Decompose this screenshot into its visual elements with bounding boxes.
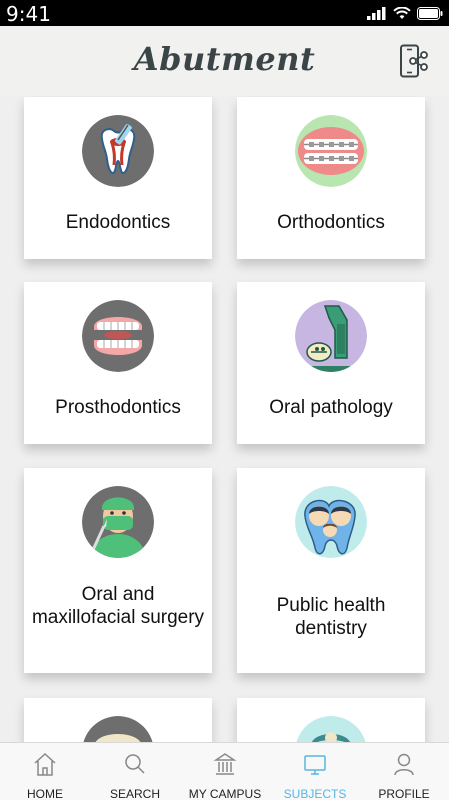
subject-card-partial-left[interactable] (24, 698, 212, 742)
phone-share-icon (400, 44, 428, 78)
oral-pathology-icon (295, 300, 367, 372)
home-icon (34, 752, 56, 776)
subject-label: Orthodontics (277, 212, 385, 233)
subject-card-oral-pathology[interactable]: Oral pathology (237, 282, 425, 444)
subject-card-partial-right[interactable] (237, 698, 425, 742)
subject-label: Prosthodontics (55, 397, 181, 418)
app-header: Abutment (0, 26, 449, 96)
subjects-grid: Endodontics Orthodontics Prosthodontics … (0, 96, 449, 742)
subject-label: Oral pathology (269, 397, 393, 418)
subjects-icon (304, 755, 326, 775)
tab-my-campus[interactable]: MY CAMPUS (180, 743, 270, 800)
subject-label: Endodontics (65, 212, 171, 233)
tab-home[interactable]: HOME (0, 743, 90, 800)
subject-card-oral-maxillofacial-surgery[interactable]: Oral and maxillofacial surgery (24, 468, 212, 673)
orthodontics-icon (295, 115, 367, 187)
subject-icon (82, 716, 154, 742)
wifi-icon (393, 6, 411, 19)
profile-icon (394, 753, 414, 776)
prosthodontics-icon (82, 300, 154, 372)
tab-label: MY CAMPUS (188, 787, 262, 800)
tab-search[interactable]: SEARCH (90, 743, 180, 800)
tab-label: HOME (27, 787, 63, 800)
signal-icon (367, 6, 386, 20)
oral-surgery-icon (82, 486, 154, 558)
status-icons (367, 6, 443, 20)
status-bar: 9:41 (0, 0, 449, 26)
subject-card-public-health-dentistry[interactable]: Public health dentistry (237, 468, 425, 673)
tab-label: SUBJECTS (283, 787, 347, 800)
tab-profile[interactable]: PROFILE (359, 743, 449, 800)
subject-card-orthodontics[interactable]: Orthodontics (237, 97, 425, 259)
subject-card-endodontics[interactable]: Endodontics (24, 97, 212, 259)
app-title: Abutment (133, 40, 316, 78)
subject-label: Oral and maxillofacial surgery (31, 584, 205, 628)
subject-icon (295, 716, 367, 742)
public-health-icon (295, 486, 367, 558)
search-icon (125, 754, 145, 774)
campus-icon (213, 753, 237, 775)
subject-label: Public health dentistry (276, 595, 386, 639)
status-time: 9:41 (6, 2, 51, 26)
tab-label: SEARCH (109, 787, 160, 800)
battery-icon (417, 6, 443, 20)
tab-label: PROFILE (378, 787, 430, 800)
tab-subjects[interactable]: SUBJECTS (270, 743, 360, 800)
endodontics-icon (82, 115, 154, 187)
subject-card-prosthodontics[interactable]: Prosthodontics (24, 282, 212, 444)
tab-bar: HOME SEARCH MY CAMPUS SUBJECTS PROFILE (0, 742, 449, 800)
share-button[interactable] (399, 44, 429, 78)
